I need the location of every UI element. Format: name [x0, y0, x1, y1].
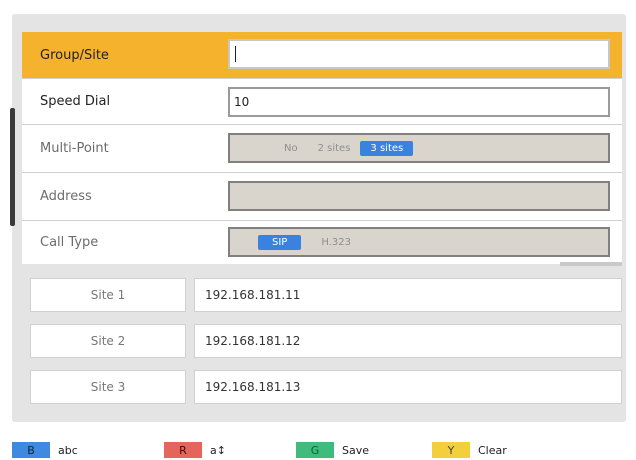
multi-point-selector[interactable]: No 2 sites 3 sites [228, 133, 610, 163]
site-1-label: Site 1 [30, 278, 186, 312]
hint-red-text: a↕ [210, 443, 226, 457]
site-3-label: Site 3 [30, 370, 186, 404]
call-type-option-h323[interactable]: H.323 [301, 235, 361, 250]
call-type-option-sip[interactable]: SIP [258, 234, 302, 250]
site-3-address-field[interactable]: 192.168.181.13 [194, 370, 622, 404]
row-group-site[interactable]: Group/Site [22, 32, 622, 78]
hint-blue-text: abc [58, 443, 78, 457]
hint-red[interactable]: R a↕ [164, 442, 226, 458]
call-type-selector[interactable]: SIP H.323 [228, 227, 610, 257]
site-2-address-field[interactable]: 192.168.181.12 [194, 324, 622, 358]
multi-point-label: Multi-Point [40, 141, 109, 156]
group-site-input[interactable] [228, 39, 610, 69]
row-speed-dial[interactable]: Speed Dial 10 [22, 78, 622, 124]
row-address[interactable]: Address [22, 172, 622, 220]
site-1-address-field[interactable]: 192.168.181.11 [194, 278, 622, 312]
group-site-label: Group/Site [40, 47, 109, 63]
site-row-2[interactable]: Site 2 192.168.181.12 [30, 324, 622, 358]
row-multi-point[interactable]: Multi-Point No 2 sites 3 sites [22, 124, 622, 172]
multi-point-option-no[interactable]: No [274, 141, 308, 156]
speed-dial-label: Speed Dial [40, 94, 111, 109]
call-type-label: Call Type [40, 235, 99, 250]
blue-key-icon: B [12, 442, 50, 458]
speed-dial-value: 10 [234, 95, 250, 109]
green-key-icon: G [296, 442, 334, 458]
address-input[interactable] [228, 181, 610, 211]
multi-point-option-3-sites[interactable]: 3 sites [360, 140, 414, 156]
site-row-3[interactable]: Site 3 192.168.181.13 [30, 370, 622, 404]
hint-blue[interactable]: B abc [12, 442, 78, 458]
text-cursor [235, 46, 236, 62]
site-2-label: Site 2 [30, 324, 186, 358]
hint-yellow-text: Clear [478, 443, 507, 457]
footer-key-hints: B abc R a↕ G Save Y Clear [0, 437, 636, 460]
address-label: Address [40, 189, 92, 204]
hint-green-text: Save [342, 443, 370, 457]
site-row-1[interactable]: Site 1 192.168.181.11 [30, 278, 622, 312]
yellow-key-icon: Y [432, 442, 470, 458]
red-key-icon: R [164, 442, 202, 458]
hint-yellow[interactable]: Y Clear [432, 442, 507, 458]
scroll-indicator [10, 108, 15, 226]
hint-green[interactable]: G Save [296, 442, 369, 458]
row-call-type[interactable]: Call Type SIP H.323 [22, 220, 622, 264]
speed-dial-input[interactable]: 10 [228, 87, 610, 117]
divider [560, 262, 622, 266]
multi-point-option-2-sites[interactable]: 2 sites [308, 141, 361, 156]
